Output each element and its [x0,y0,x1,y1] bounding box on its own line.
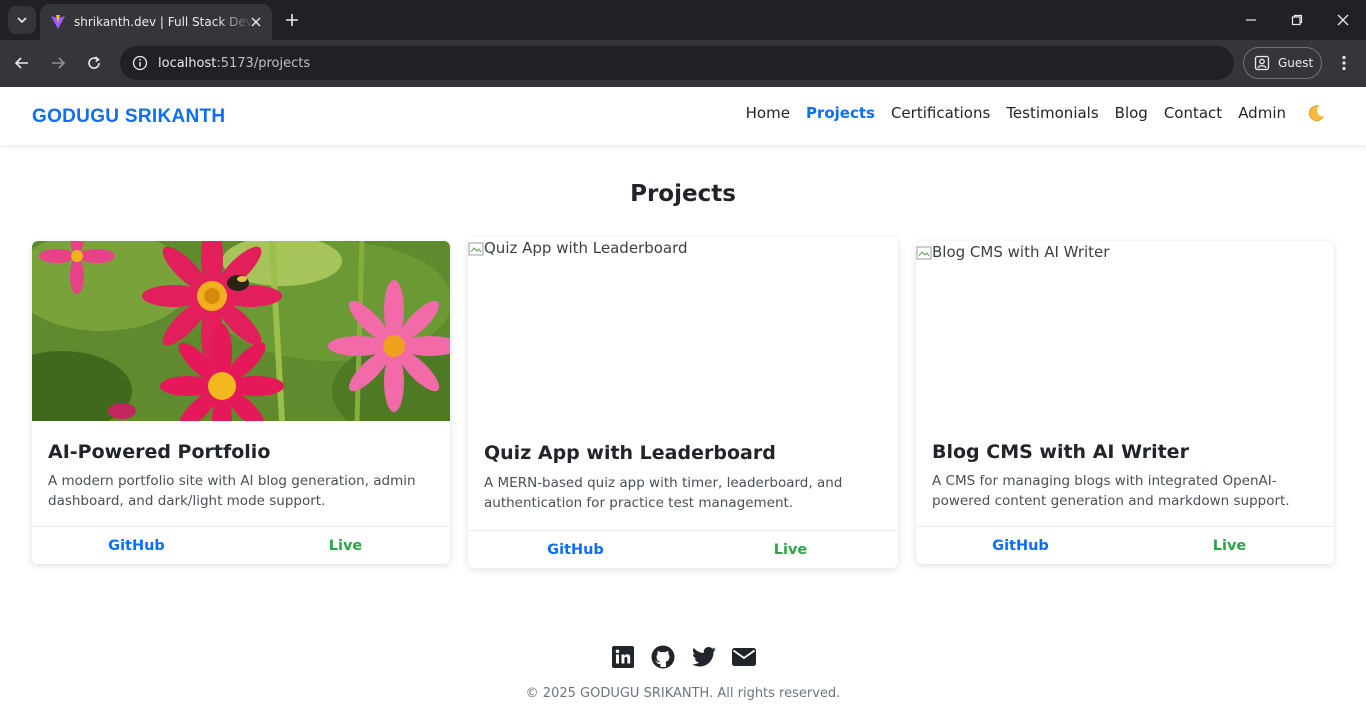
project-title: AI-Powered Portfolio [48,441,271,463]
copyright-text: © 2025 GODUGU SRIKANTH. All rights reser… [525,686,841,701]
arrow-left-icon [14,57,28,69]
project-card: Quiz App with Leaderboard Quiz App with … [468,237,898,568]
live-link[interactable]: Live [241,527,450,564]
project-description: A modern portfolio site with AI blog gen… [48,473,416,509]
profile-icon [1254,55,1270,71]
nav-testimonials[interactable]: Testimonials [1006,104,1098,122]
project-description: A MERN-based quiz app with timer, leader… [484,475,843,511]
github-icon[interactable] [651,645,675,669]
profile-label: Guest [1278,56,1314,70]
site-info-icon[interactable] [130,53,150,73]
browser-toolbar: localhost:5173/projects Guest [0,40,1366,87]
browser-tab-active[interactable]: shrikanth.dev | Full Stack Developer [40,4,272,40]
linkedin-icon[interactable] [611,645,635,669]
nav-admin[interactable]: Admin [1238,104,1286,122]
nav-projects[interactable]: Projects [806,104,875,122]
restore-button[interactable] [1274,0,1320,40]
tab-close-icon[interactable] [248,14,264,30]
new-tab-button[interactable] [280,8,304,32]
image-alt-text: Blog CMS with AI Writer [932,243,1110,261]
twitter-icon[interactable] [691,645,716,669]
project-title: Quiz App with Leaderboard [484,442,776,464]
tab-title: shrikanth.dev | Full Stack Developer [74,15,254,29]
arrow-right-icon [52,57,66,69]
close-icon [1337,14,1349,26]
live-link[interactable]: Live [1125,527,1334,564]
broken-image-icon [916,246,932,260]
minimize-button[interactable] [1228,0,1274,40]
forward-button[interactable] [43,48,73,78]
email-icon[interactable] [731,645,756,669]
github-link[interactable]: GitHub [468,531,683,568]
nav-contact[interactable]: Contact [1164,104,1222,122]
broken-image-icon [468,242,484,256]
project-image-broken: Quiz App with Leaderboard [468,237,898,417]
project-card: Blog CMS with AI Writer Blog CMS with AI… [916,241,1334,564]
restore-icon [1291,14,1303,26]
social-links [0,645,1366,669]
project-description: A CMS for managing blogs with integrated… [932,473,1290,509]
nav-home[interactable]: Home [746,104,790,122]
moon-icon[interactable] [1306,103,1326,123]
project-card: AI-Powered Portfolio A modern portfolio … [32,241,450,564]
page-title: Projects [630,181,736,207]
address-bar[interactable]: localhost:5173/projects [120,46,1234,80]
reload-button[interactable] [79,48,109,78]
url-path: :5173/projects [216,55,311,71]
brand-logo[interactable]: GODUGU SRIKANTH [32,106,225,128]
nav-blog[interactable]: Blog [1115,104,1148,122]
github-link[interactable]: GitHub [916,527,1125,564]
url-text: localhost:5173/projects [158,56,310,71]
close-window-button[interactable] [1320,0,1366,40]
nav-links: Home Projects Certifications Testimonial… [730,103,1326,123]
profile-button[interactable]: Guest [1243,47,1322,79]
project-image-flowers [32,241,450,421]
vite-favicon-icon [51,15,65,29]
chevron-down-icon [17,17,27,24]
site-navbar: GODUGU SRIKANTH Home Projects Certificat… [0,87,1366,145]
project-links: GitHub Live [468,530,898,568]
plus-icon [286,14,298,26]
image-alt-text: Quiz App with Leaderboard [484,239,688,257]
reload-icon [88,56,100,69]
minimize-icon [1246,19,1256,21]
back-button[interactable] [7,48,37,78]
github-link[interactable]: GitHub [32,527,241,564]
url-host: localhost [158,55,217,71]
live-link[interactable]: Live [683,531,898,568]
more-vertical-icon [1342,55,1346,71]
project-links: GitHub Live [32,526,450,564]
browser-menu-button[interactable] [1332,51,1356,75]
project-links: GitHub Live [916,526,1334,564]
project-image-broken: Blog CMS with AI Writer [916,241,1334,421]
nav-certifications[interactable]: Certifications [891,104,990,122]
tab-search-button[interactable] [8,6,36,34]
browser-tabstrip: shrikanth.dev | Full Stack Developer [0,0,1366,40]
project-title: Blog CMS with AI Writer [932,441,1189,463]
